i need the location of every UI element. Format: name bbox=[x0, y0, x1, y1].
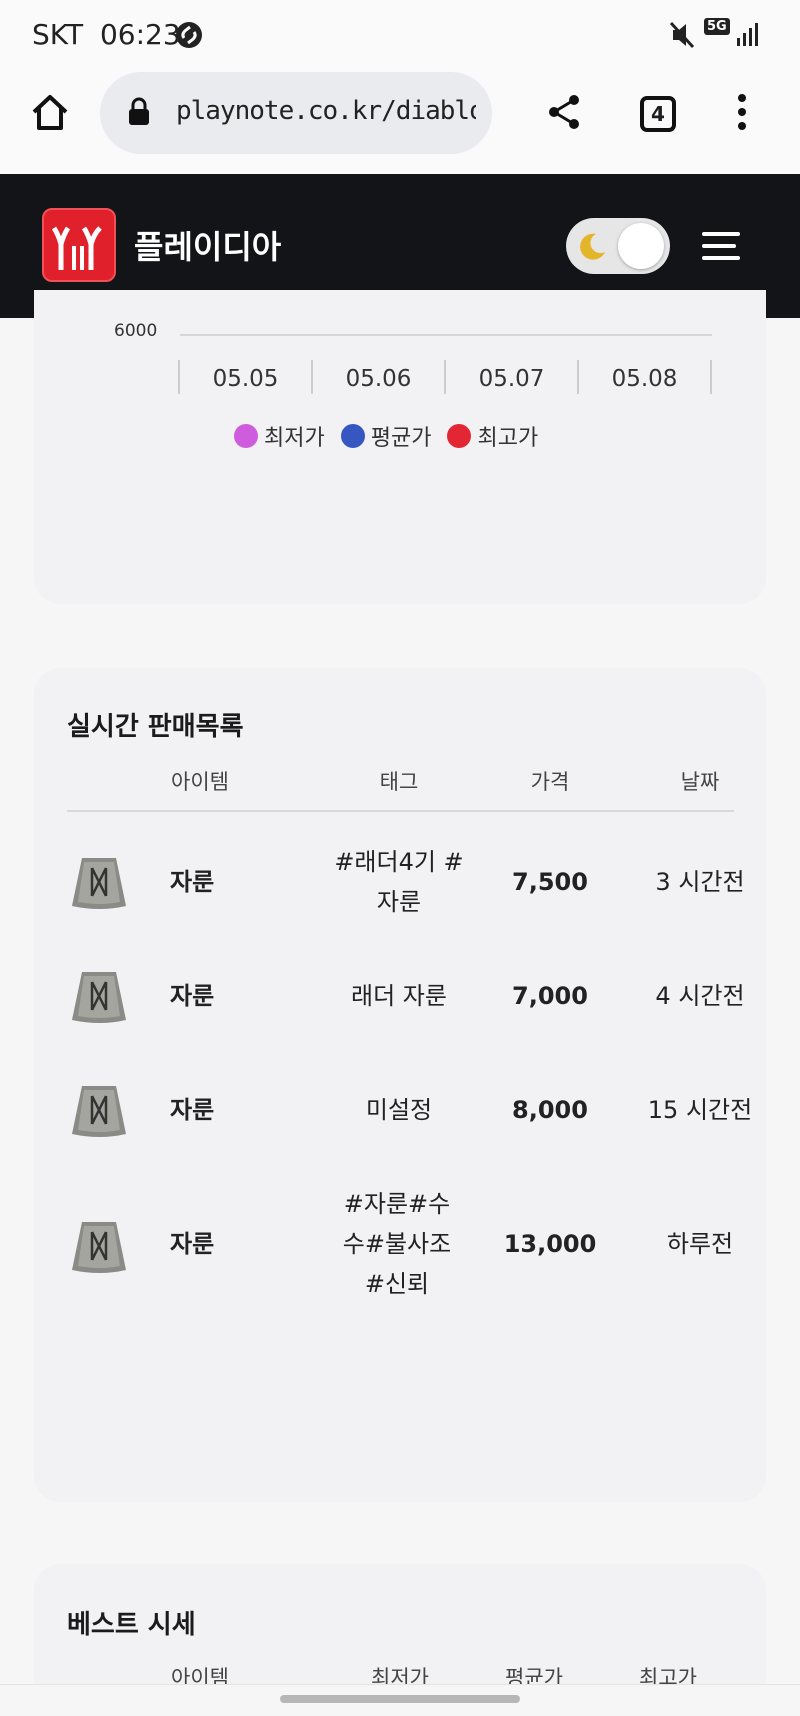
home-gesture-bar[interactable] bbox=[280, 1695, 520, 1703]
more-menu-icon[interactable] bbox=[732, 92, 752, 132]
rune-icon bbox=[72, 972, 126, 1023]
item-tag: #래더4기 #자룬 bbox=[334, 848, 464, 916]
clock: 06:23 bbox=[99, 18, 181, 51]
legend-item[interactable]: 최고가 bbox=[447, 420, 538, 452]
item-date: 15 시간전 bbox=[647, 1096, 753, 1124]
legend-item[interactable]: 최저가 bbox=[234, 420, 325, 452]
section-title: 베스트 시세 bbox=[67, 1610, 196, 1640]
rune-icon bbox=[72, 1222, 126, 1273]
browser-toolbar: playnote.co.kr/diablo/hor 4 bbox=[0, 70, 800, 174]
x-tick-label: 05.06 bbox=[345, 366, 412, 392]
table-row[interactable]: 자룬 #자룬#수수#불사조#신뢰 13,000 하루전 bbox=[34, 1176, 766, 1316]
item-price: 7,000 bbox=[512, 982, 588, 1010]
logo-hands-icon bbox=[51, 226, 102, 270]
col-header-tag: 태그 bbox=[379, 770, 419, 794]
network-5g-icon: 5G bbox=[704, 18, 730, 35]
url-text[interactable]: playnote.co.kr/diablo/hor bbox=[176, 96, 476, 126]
item-date: 4 시간전 bbox=[655, 982, 745, 1010]
item-price: 13,000 bbox=[503, 1230, 597, 1258]
x-tick-label: 05.05 bbox=[212, 366, 279, 392]
legend-label: 최저가 bbox=[264, 426, 325, 451]
legend-label: 평균가 bbox=[370, 426, 432, 451]
tab-switcher-button[interactable]: 4 bbox=[640, 96, 676, 132]
item-name[interactable]: 자룬 bbox=[170, 1090, 270, 1130]
item-name[interactable]: 자룬 bbox=[170, 1224, 270, 1264]
hamburger-menu-icon[interactable] bbox=[702, 232, 740, 268]
x-axis: 05.05 05.06 05.07 05.08 bbox=[178, 360, 714, 394]
item-date: 하루전 bbox=[666, 1230, 734, 1258]
address-bar[interactable]: playnote.co.kr/diablo/hor bbox=[100, 72, 492, 154]
item-price: 8,000 bbox=[512, 1096, 588, 1124]
item-price: 7,500 bbox=[512, 868, 588, 896]
item-tag: #자룬#수수#불사조#신뢰 bbox=[342, 1190, 452, 1298]
rune-icon bbox=[72, 858, 126, 909]
status-bar: SKT 06:23 5G bbox=[0, 0, 800, 70]
shazam-icon bbox=[176, 22, 202, 48]
table-row[interactable]: 자룬 래더 자룬 7,000 4 시간전 bbox=[34, 948, 766, 1048]
rune-icon bbox=[72, 1086, 126, 1137]
item-name[interactable]: 자룬 bbox=[170, 862, 270, 902]
chart-legend: 최저가 평균가 최고가 bbox=[234, 420, 538, 452]
col-header-item: 아이템 bbox=[171, 770, 229, 794]
col-header-date: 날짜 bbox=[680, 770, 720, 794]
y-axis-tick: 6000 bbox=[114, 321, 158, 341]
legend-dot bbox=[234, 424, 258, 448]
x-tick-label: 05.07 bbox=[478, 366, 545, 392]
header-divider bbox=[67, 810, 734, 812]
lock-icon bbox=[129, 97, 149, 125]
section-title: 실시간 판매목록 bbox=[67, 712, 244, 742]
site-logo[interactable] bbox=[42, 208, 116, 282]
status-carrier-time: SKT 06:23 bbox=[32, 18, 181, 51]
live-sales-card: 실시간 판매목록 아이템 태그 가격 날짜 자룬 #래더4기 #자룬 7,500… bbox=[34, 668, 766, 1502]
x-tick-label: 05.08 bbox=[611, 366, 678, 392]
col-header-price: 가격 bbox=[530, 770, 570, 794]
legend-item[interactable]: 평균가 bbox=[340, 420, 432, 452]
signal-icon bbox=[737, 23, 758, 46]
moon-icon bbox=[580, 233, 605, 260]
item-date: 3 시간전 bbox=[655, 868, 745, 896]
legend-dot bbox=[340, 424, 365, 448]
toggle-knob bbox=[618, 223, 664, 269]
site-name[interactable]: 플레이디아 bbox=[134, 222, 281, 268]
legend-label: 최고가 bbox=[477, 426, 539, 451]
mute-icon bbox=[669, 21, 695, 49]
share-icon[interactable] bbox=[544, 92, 584, 132]
table-row[interactable]: 자룬 미설정 8,000 15 시간전 bbox=[34, 1062, 766, 1162]
dark-mode-toggle[interactable] bbox=[566, 218, 670, 274]
home-icon[interactable] bbox=[30, 92, 70, 132]
item-tag: 래더 자룬 bbox=[351, 982, 447, 1010]
item-name[interactable]: 자룬 bbox=[170, 976, 270, 1016]
item-tag: 미설정 bbox=[365, 1096, 433, 1124]
carrier-label: SKT bbox=[32, 18, 84, 51]
table-row[interactable]: 자룬 #래더4기 #자룬 7,500 3 시간전 bbox=[34, 834, 766, 934]
gridline bbox=[180, 334, 712, 336]
legend-dot bbox=[447, 424, 472, 448]
